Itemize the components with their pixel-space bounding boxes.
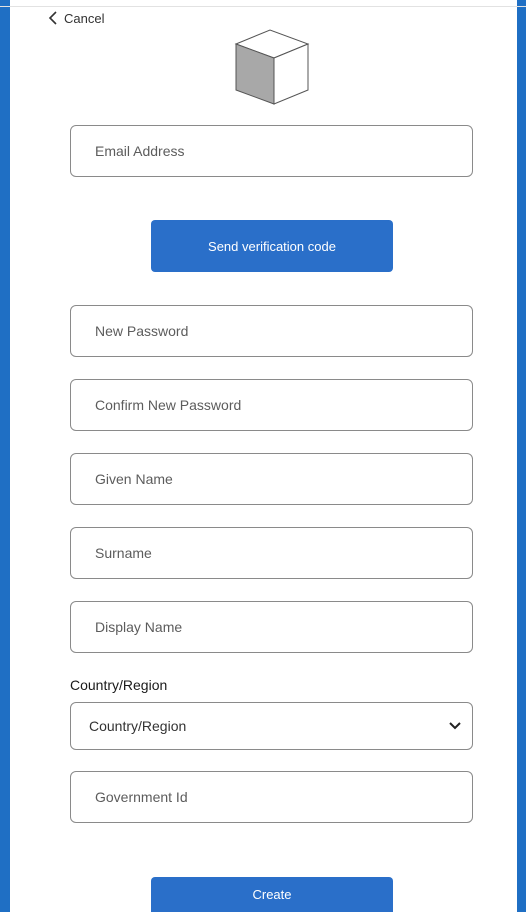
send-verification-code-button[interactable]: Send verification code xyxy=(151,220,393,272)
cancel-link[interactable]: Cancel xyxy=(48,10,104,26)
chevron-left-icon xyxy=(48,11,58,25)
cancel-label: Cancel xyxy=(64,10,105,26)
left-frame-bar xyxy=(0,0,10,912)
confirm-password-input[interactable] xyxy=(95,380,472,430)
government-id-input[interactable] xyxy=(95,772,472,822)
email-input[interactable] xyxy=(95,126,472,176)
surname-input[interactable] xyxy=(95,528,472,578)
cube-logo-icon xyxy=(230,24,314,108)
right-frame-bar xyxy=(517,0,526,912)
confirm-password-field[interactable] xyxy=(70,379,473,431)
send-verification-code-label: Send verification code xyxy=(208,238,336,254)
surname-field[interactable] xyxy=(70,527,473,579)
display-name-field[interactable] xyxy=(70,601,473,653)
create-label: Create xyxy=(252,887,292,902)
government-id-field[interactable] xyxy=(70,771,473,823)
country-region-label: Country/Region xyxy=(70,677,168,693)
country-region-selected-value: Country/Region xyxy=(89,718,187,734)
chevron-down-icon xyxy=(448,718,462,734)
new-password-input[interactable] xyxy=(95,306,472,356)
given-name-field[interactable] xyxy=(70,453,473,505)
create-button[interactable]: Create xyxy=(151,877,393,912)
top-divider xyxy=(0,6,526,7)
given-name-input[interactable] xyxy=(95,454,472,504)
new-password-field[interactable] xyxy=(70,305,473,357)
display-name-input[interactable] xyxy=(95,602,472,652)
country-region-select[interactable]: Country/Region xyxy=(70,702,473,750)
email-field[interactable] xyxy=(70,125,473,177)
